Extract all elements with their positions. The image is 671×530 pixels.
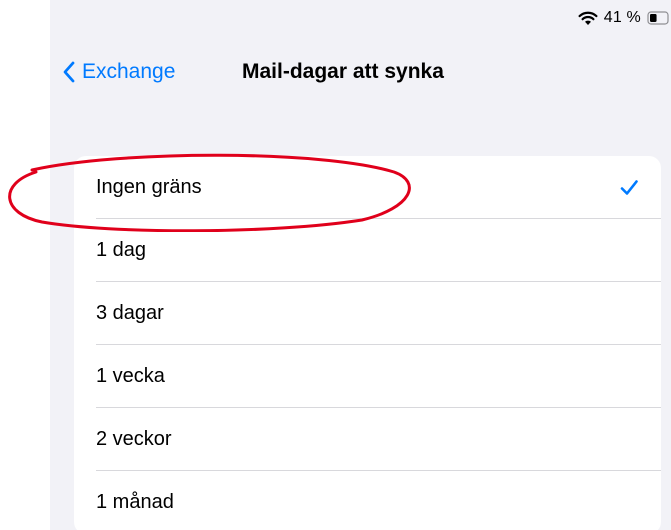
list-item-label: 1 dag — [96, 239, 147, 261]
wifi-icon — [578, 11, 598, 25]
list-item-1-month[interactable]: 1 månad — [74, 471, 661, 530]
list-item-1-day[interactable]: 1 dag — [74, 219, 661, 282]
checkmark-icon — [620, 179, 638, 195]
back-button[interactable]: Exchange — [62, 52, 175, 92]
list-item-no-limit[interactable]: Ingen gräns — [74, 156, 661, 219]
battery-icon — [647, 11, 669, 25]
list-item-label: 2 veckor — [96, 428, 172, 450]
list-item-label: 1 vecka — [96, 365, 165, 387]
list-item-1-week[interactable]: 1 vecka — [74, 345, 661, 408]
page-title: Mail-dagar att synka — [242, 60, 444, 83]
back-button-label: Exchange — [82, 60, 176, 83]
navigation-bar: Exchange Mail-dagar att synka — [50, 52, 671, 92]
sync-days-list: Ingen gräns 1 dag 3 dagar 1 vecka 2 veck… — [74, 156, 661, 530]
status-bar: 41 % — [578, 0, 671, 36]
list-item-label: 1 månad — [96, 491, 174, 513]
list-item-2-weeks[interactable]: 2 veckor — [74, 408, 661, 471]
list-item-label: 3 dagar — [96, 302, 164, 324]
list-item-3-days[interactable]: 3 dagar — [74, 282, 661, 345]
battery-percent: 41 % — [603, 9, 641, 26]
list-item-label: Ingen gräns — [96, 176, 202, 198]
left-margin — [0, 0, 50, 530]
settings-screen: 41 % Exchange Mail-dagar att synka Ingen… — [50, 0, 671, 530]
chevron-left-icon — [63, 61, 75, 83]
